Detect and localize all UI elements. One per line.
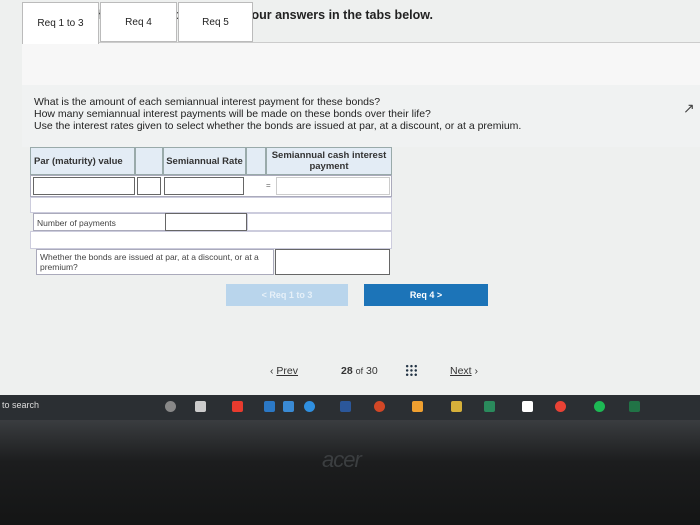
- app-icon-3[interactable]: [283, 401, 294, 412]
- excel-icon[interactable]: [629, 401, 640, 412]
- chevron-right-icon: ›: [474, 365, 479, 377]
- operator-select[interactable]: [137, 177, 161, 195]
- question-line-1: What is the amount of each semiannual in…: [34, 96, 381, 108]
- edge-icon[interactable]: [304, 401, 315, 412]
- next-req-button[interactable]: Req 4 >: [364, 284, 488, 306]
- microphone-icon[interactable]: [165, 401, 176, 412]
- number-of-payments-label: Number of payments: [33, 213, 166, 231]
- tab-req-1-to-3[interactable]: Req 1 to 3: [22, 2, 99, 44]
- par-discount-premium-select[interactable]: [275, 249, 390, 275]
- chrome-icon[interactable]: [555, 401, 566, 412]
- number-of-payments-input[interactable]: [165, 213, 247, 231]
- page-indicator: 28 of 30: [341, 365, 378, 377]
- col-semiannual-rate-header: Semiannual Rate: [163, 147, 246, 175]
- tab-req-5[interactable]: Req 5: [178, 2, 253, 42]
- taskbar-search[interactable]: to search: [2, 400, 39, 410]
- question-text: What is the amount of each semiannual in…: [34, 96, 521, 132]
- table-spacer-row-2: [30, 231, 392, 249]
- publisher-icon[interactable]: [484, 401, 495, 412]
- app-icon-5[interactable]: [522, 401, 533, 412]
- next-page-link[interactable]: Next ›: [450, 365, 478, 377]
- current-page: 28: [341, 365, 353, 377]
- taskbar: to search: [0, 395, 700, 420]
- task-view-icon[interactable]: [195, 401, 206, 412]
- tab-bar: [22, 42, 700, 85]
- par-discount-premium-label: Whether the bonds are issued at par, at …: [36, 249, 274, 275]
- prev-page-link[interactable]: ‹ Prev: [270, 365, 298, 377]
- tab-req-4[interactable]: Req 4: [100, 2, 177, 42]
- semiannual-rate-input[interactable]: [164, 177, 244, 195]
- powerpoint-icon[interactable]: [374, 401, 385, 412]
- prev-req-button[interactable]: < Req 1 to 3: [226, 284, 348, 306]
- col-spacer-header: [135, 147, 163, 175]
- equals-sign: =: [266, 181, 271, 190]
- mouse-cursor-icon: ↗: [683, 100, 695, 116]
- col-interest-payment-header: Semiannual cash interest payment: [266, 147, 392, 175]
- page-of: of: [355, 366, 364, 376]
- grid-menu-icon[interactable]: [405, 364, 418, 377]
- next-label: Next: [450, 365, 472, 377]
- table-empty-cell: [247, 213, 392, 231]
- spotify-icon[interactable]: [594, 401, 605, 412]
- app-icon-2[interactable]: [264, 401, 275, 412]
- brand-logo: acer: [322, 447, 362, 472]
- file-explorer-icon[interactable]: [451, 401, 462, 412]
- question-line-2: How many semiannual interest payments wi…: [34, 108, 431, 120]
- col-eq-header: [246, 147, 266, 175]
- prev-label: Prev: [276, 365, 299, 377]
- par-value-input[interactable]: [33, 177, 135, 195]
- browser-screen: Complete this question by entering your …: [0, 0, 700, 395]
- col-par-value-header: Par (maturity) value: [30, 147, 135, 175]
- table-spacer-row: [30, 197, 392, 213]
- interest-payment-output: [276, 177, 390, 195]
- chevron-left-icon: ‹: [270, 365, 274, 377]
- question-line-3: Use the interest rates given to select w…: [34, 120, 522, 132]
- word-icon[interactable]: [340, 401, 351, 412]
- app-icon[interactable]: [232, 401, 243, 412]
- total-pages: 30: [366, 365, 378, 377]
- app-icon-4[interactable]: [412, 401, 423, 412]
